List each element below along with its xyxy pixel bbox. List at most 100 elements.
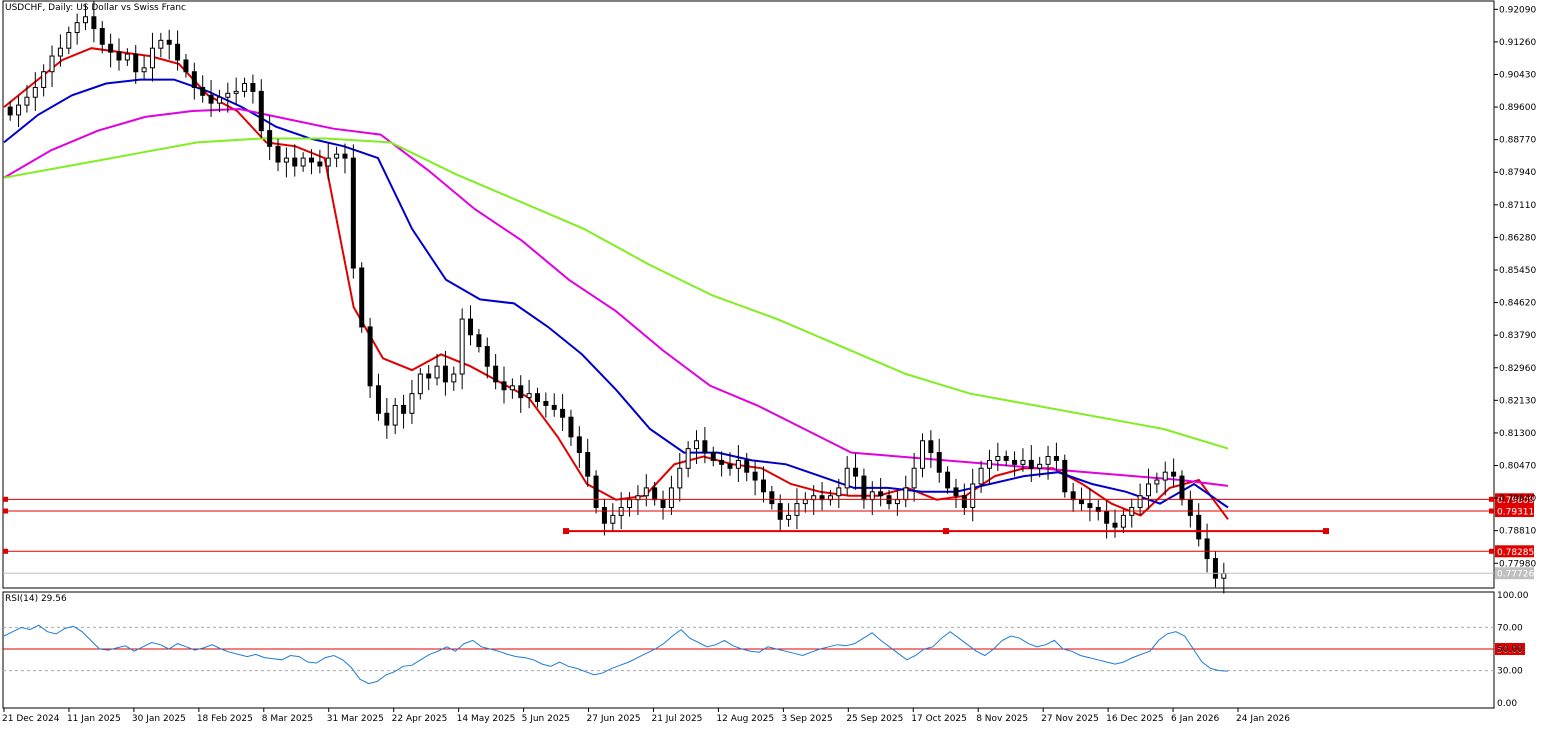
candle	[534, 387, 540, 408]
time-tick-label: 14 May 2025	[457, 714, 516, 724]
candle	[375, 373, 381, 421]
price-tick-label: 0.84620	[1499, 299, 1536, 309]
price-tick-label: 0.88770	[1499, 136, 1536, 146]
candle-body	[417, 373, 423, 395]
line-handle[interactable]	[3, 548, 8, 554]
time-tick-label: 27 Nov 2025	[1041, 714, 1099, 724]
candle	[200, 75, 206, 103]
candle-body	[1053, 455, 1059, 461]
candle-body	[108, 43, 114, 53]
candle-body	[643, 487, 649, 497]
rsi-line	[3, 624, 1229, 685]
candle-body	[936, 452, 942, 473]
segment-handle[interactable]	[1323, 528, 1329, 535]
candle-body	[124, 53, 130, 61]
line-handle[interactable]	[1489, 508, 1494, 514]
candle-body	[1079, 499, 1085, 505]
candle-body	[275, 145, 281, 163]
rsi-tick-label: 100.00	[1497, 591, 1529, 601]
candle-body	[183, 59, 189, 73]
price-tick-label: 0.83790	[1499, 331, 1536, 341]
price-grid	[2, 0, 1495, 709]
axes: 0.92090 0.91260 0.90430 0.89600 0.88770 0.879…	[2, 5, 1536, 724]
time-tick-label: 3 Sep 2025	[781, 714, 832, 724]
time-tick-label: 24 Jan 2026	[1236, 714, 1290, 724]
horizontal-lines[interactable]: 0.796090.793110.782850.77726	[3, 493, 1534, 580]
candle-body	[242, 83, 248, 92]
candle	[543, 392, 549, 418]
candle-body	[593, 475, 599, 509]
line-handle[interactable]	[1489, 496, 1494, 502]
candle	[191, 62, 197, 100]
candle-body	[786, 514, 792, 520]
candle-body	[359, 267, 365, 328]
candle-body	[250, 83, 256, 92]
candle	[32, 72, 38, 111]
candle	[1062, 454, 1068, 498]
candle-body	[685, 448, 691, 469]
candle-body	[534, 393, 540, 403]
candle	[459, 308, 465, 390]
price-tick-label: 0.92090	[1499, 5, 1536, 15]
candle-body	[1196, 514, 1202, 540]
candle	[869, 481, 875, 515]
candle-body	[752, 471, 758, 481]
line-handle[interactable]	[3, 496, 8, 502]
candle	[501, 366, 507, 404]
candle	[225, 82, 231, 113]
price-panel-frame	[2, 0, 1495, 589]
candle-body	[928, 440, 934, 454]
candle-body	[953, 487, 959, 497]
candle	[1104, 500, 1110, 539]
candle-body	[32, 86, 38, 98]
candle	[1012, 451, 1018, 477]
candle-body	[434, 365, 440, 379]
candle-body	[760, 479, 766, 493]
segment-handle[interactable]	[563, 528, 569, 535]
candle	[995, 442, 1001, 472]
time-tick-label: 30 Jan 2025	[132, 714, 186, 724]
candle	[677, 452, 683, 502]
rsi-panel-frame	[2, 591, 1495, 709]
time-tick-label: 6 Jan 2026	[1171, 714, 1219, 724]
chart-canvas[interactable]: 0.796090.793110.782850.77726 50.00 0.920…	[0, 0, 1545, 729]
price-tag-label: 0.78285	[1497, 548, 1534, 558]
candle-body	[7, 106, 13, 116]
candle	[936, 438, 942, 483]
candle-body	[1020, 459, 1026, 465]
candle	[769, 485, 775, 510]
line-handle[interactable]	[1489, 548, 1494, 554]
candle	[777, 494, 783, 532]
candle-body	[24, 96, 30, 106]
candle-body	[585, 452, 591, 477]
candle-body	[1070, 491, 1076, 501]
price-tick-label: 0.91260	[1499, 38, 1536, 48]
candle	[468, 305, 474, 346]
candle-body	[1120, 514, 1126, 528]
candle	[509, 378, 515, 399]
chart-header: USDCHF, Daily: US Dollar vs Swiss Franc	[5, 3, 186, 13]
candle-body	[442, 365, 448, 383]
candle	[861, 468, 867, 509]
candle	[242, 77, 248, 98]
candle	[1120, 509, 1126, 534]
candle	[551, 393, 557, 417]
candle	[451, 366, 457, 391]
time-tick-label: 31 Mar 2025	[327, 714, 384, 724]
price-tick-label: 0.81300	[1499, 429, 1536, 439]
candle	[760, 466, 766, 503]
segment-handle[interactable]	[943, 528, 949, 535]
candle-body	[727, 463, 733, 469]
candle	[1028, 445, 1034, 482]
candle-body	[1003, 455, 1009, 461]
candle-body	[468, 318, 474, 336]
candle-body	[961, 495, 967, 509]
candle	[660, 490, 666, 520]
candle	[685, 441, 691, 478]
candle	[1087, 488, 1093, 522]
candle-body	[216, 96, 222, 104]
candle	[1129, 498, 1135, 528]
candle	[593, 470, 599, 514]
candle-body	[677, 467, 683, 489]
line-handle[interactable]	[3, 508, 8, 514]
